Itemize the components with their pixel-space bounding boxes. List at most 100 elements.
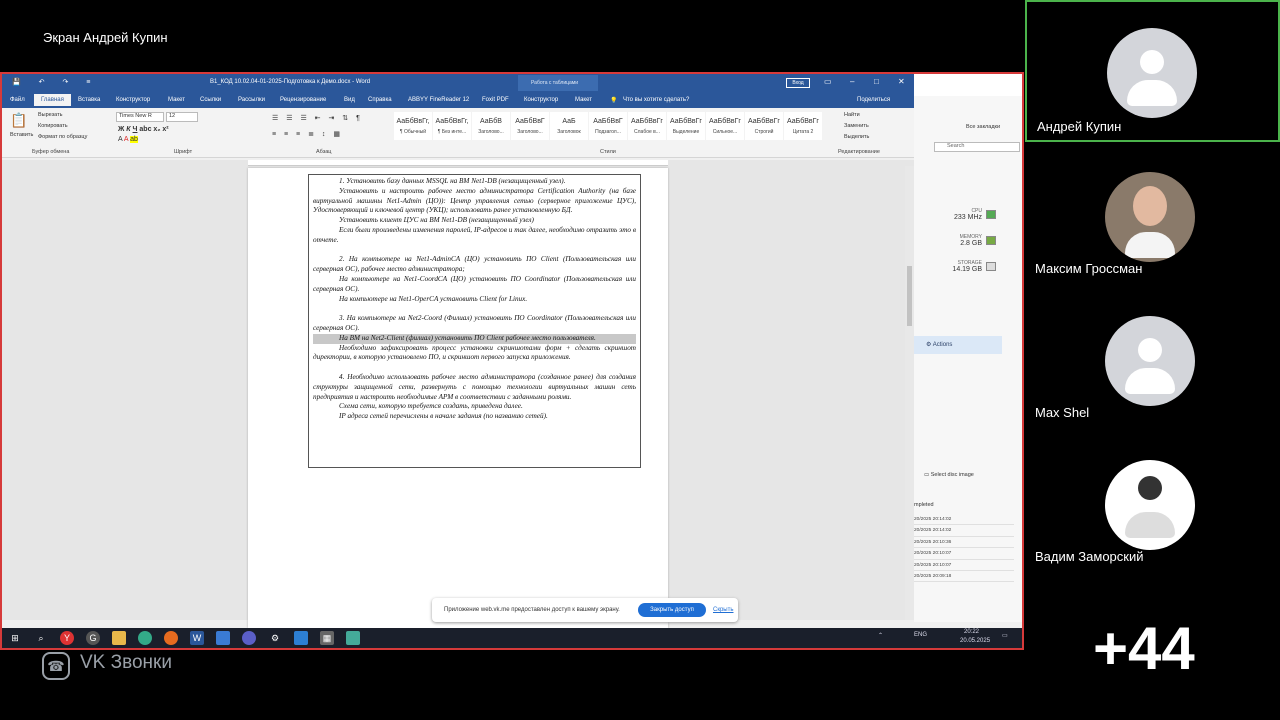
storage-metric: STORAGE 14.19 GB <box>952 260 982 273</box>
scrollbar-thumb[interactable] <box>907 266 912 326</box>
log-row[interactable]: 20/2025 20:10:07 <box>914 560 1014 571</box>
document-page[interactable]: 1. Установить базу данных MSSQL на ВМ Ne… <box>248 168 668 628</box>
bold-button[interactable]: Ж К Ч abc x₂ x² <box>118 126 169 133</box>
style-option[interactable]: АаБбВвГг, ¶ Обычный <box>394 112 432 140</box>
style-option[interactable]: АаБбВвГг Слабое в... <box>628 112 666 140</box>
horizontal-ruler[interactable] <box>248 160 668 166</box>
tell-me-input[interactable]: Что вы хотите сделать? <box>623 97 689 103</box>
bookmarks-label[interactable]: Все закладки <box>966 124 1000 130</box>
log-row[interactable]: 20/2025 20:10:07 <box>914 548 1014 560</box>
vertical-scrollbar[interactable] <box>905 166 914 620</box>
table-tools-context-tab: Работа с таблицами <box>518 75 598 91</box>
tab-table-design[interactable]: Конструктор <box>524 97 558 103</box>
tray-chevron-icon[interactable]: ⌃ <box>878 632 883 639</box>
start-icon[interactable]: ⊞ <box>8 631 22 645</box>
align-buttons[interactable]: ≡ ≡ ≡ ≣ ↕ ▦ <box>272 130 343 138</box>
signin-button[interactable]: Вход <box>786 78 810 88</box>
font-size-select[interactable]: 12 <box>166 112 198 122</box>
cut-button[interactable]: Вырезать <box>38 112 62 118</box>
avatar <box>1105 316 1195 406</box>
format-painter-button[interactable]: Формат по образцу <box>38 134 87 140</box>
select-button[interactable]: Выделить <box>844 134 869 140</box>
log-row[interactable]: 20/2025 20:14:02 <box>914 514 1014 526</box>
task-table-cell[interactable]: 1. Установить базу данных MSSQL на ВМ Ne… <box>308 174 641 468</box>
style-option[interactable]: АаБбВвГг Цитата 2 <box>784 112 822 140</box>
tab-abbyy[interactable]: ABBYY FineReader 12 <box>408 97 469 103</box>
calculator-icon[interactable]: ▦ <box>320 631 334 645</box>
style-option[interactable]: АаБбВвГг Выделение <box>667 112 705 140</box>
style-preview: AaБ <box>562 118 576 125</box>
tab-home[interactable]: Главная <box>34 94 71 106</box>
font-color-button[interactable]: A A ab <box>118 136 138 143</box>
find-button[interactable]: Найти <box>844 112 860 118</box>
remote-desktop-icon[interactable] <box>294 631 308 645</box>
tab-file[interactable]: Файл <box>10 97 25 103</box>
chrome-icon[interactable] <box>138 631 152 645</box>
style-option[interactable]: АаБбВвГг, ¶ Без инте... <box>433 112 471 140</box>
ribbon-home: 📋 Вставить Вырезать Копировать Формат по… <box>2 108 914 158</box>
participant-tile[interactable]: Андрей Купин <box>1025 0 1280 142</box>
style-preview: АаБбВвГг, <box>396 118 430 125</box>
notification-message: Приложение web.vk.me предоставлен доступ… <box>444 607 620 613</box>
style-option[interactable]: АаБбВ Заголово... <box>472 112 510 140</box>
copy-button[interactable]: Копировать <box>38 123 68 129</box>
actions-button[interactable]: ⚙ Actions <box>914 336 1002 354</box>
replace-button[interactable]: Заменить <box>844 123 869 129</box>
file-explorer-icon[interactable] <box>112 631 126 645</box>
style-option[interactable]: АаБбВвГг Сильное... <box>706 112 744 140</box>
style-option[interactable]: АаБбВвГг Строгий <box>745 112 783 140</box>
share-button[interactable]: Поделиться <box>857 97 890 103</box>
paste-icon[interactable]: 📋 <box>10 112 27 129</box>
style-preview: АаБбВвГг <box>631 118 663 125</box>
ribbon-options-icon[interactable]: ▭ <box>824 77 832 86</box>
close-icon[interactable]: ✕ <box>898 77 905 86</box>
search-input[interactable]: Search <box>934 142 1020 152</box>
settings-gear-icon[interactable]: ⚙ <box>268 631 282 645</box>
notification-center-icon[interactable]: ▭ <box>1002 632 1008 639</box>
style-option[interactable]: AaБ Заголовок <box>550 112 588 140</box>
document-paragraph: 1. Установить базу данных MSSQL на ВМ Ne… <box>339 177 566 185</box>
paste-button[interactable]: Вставить <box>10 132 33 138</box>
quick-access-toolbar[interactable]: 💾 ↶ ↷ ≡ <box>12 78 98 86</box>
more-participants-count[interactable]: +44 <box>1093 614 1195 683</box>
tab-view[interactable]: Вид <box>344 97 355 103</box>
yandex-browser-icon[interactable]: Y <box>60 631 74 645</box>
clock-date[interactable]: 20.05.2025 <box>960 638 990 644</box>
font-name-select[interactable]: Times New R <box>116 112 164 122</box>
log-row[interactable]: 20/2025 20:10:36 <box>914 537 1014 549</box>
tab-mailings[interactable]: Рассылки <box>238 97 265 103</box>
status-filter[interactable]: mpleted <box>914 502 934 508</box>
log-row[interactable]: 20/2025 20:09:18 <box>914 571 1014 583</box>
app-window-icon[interactable] <box>216 631 230 645</box>
tab-foxit[interactable]: Foxit PDF <box>482 97 509 103</box>
clock-time[interactable]: 20:22 <box>964 629 979 635</box>
select-disc-button[interactable]: ▭ Select disc image <box>924 472 974 478</box>
tab-references[interactable]: Ссылки <box>200 97 221 103</box>
tab-layout[interactable]: Макет <box>168 97 185 103</box>
stop-sharing-button[interactable]: Закрыть доступ <box>638 603 706 617</box>
minimize-icon[interactable]: – <box>850 77 854 86</box>
style-option[interactable]: АаБбВвГ Заголово... <box>511 112 549 140</box>
vm-icon[interactable] <box>346 631 360 645</box>
maximize-icon[interactable]: □ <box>874 77 879 86</box>
participant-tile[interactable]: Максим Гроссман <box>1025 144 1280 286</box>
tab-help[interactable]: Справка <box>368 97 392 103</box>
hide-notification-link[interactable]: Скрыть <box>713 607 733 613</box>
word-icon[interactable]: W <box>190 631 204 645</box>
tab-review[interactable]: Рецензирование <box>280 97 326 103</box>
style-option[interactable]: АаБбВвГ Подзагол... <box>589 112 627 140</box>
tab-insert[interactable]: Вставка <box>78 97 100 103</box>
log-row[interactable]: 20/2025 20:14:02 <box>914 525 1014 537</box>
participant-tile[interactable]: Вадим Заморский <box>1025 432 1280 574</box>
app-icon[interactable]: G <box>86 631 100 645</box>
lang-indicator[interactable]: ENG <box>914 632 927 638</box>
paragraph-group-label: Абзац <box>316 149 332 155</box>
tab-design[interactable]: Конструктор <box>116 97 150 103</box>
participant-tile[interactable]: Max Shel <box>1025 288 1280 430</box>
firefox-icon[interactable] <box>164 631 178 645</box>
search-icon[interactable]: ⌕ <box>34 631 48 645</box>
tab-table-layout[interactable]: Макет <box>575 97 592 103</box>
style-name: Слабое в... <box>634 129 660 135</box>
list-buttons[interactable]: ☰ ☰ ☰ ⇤ ⇥ ⇅ ¶ <box>272 114 363 122</box>
browser-icon[interactable] <box>242 631 256 645</box>
